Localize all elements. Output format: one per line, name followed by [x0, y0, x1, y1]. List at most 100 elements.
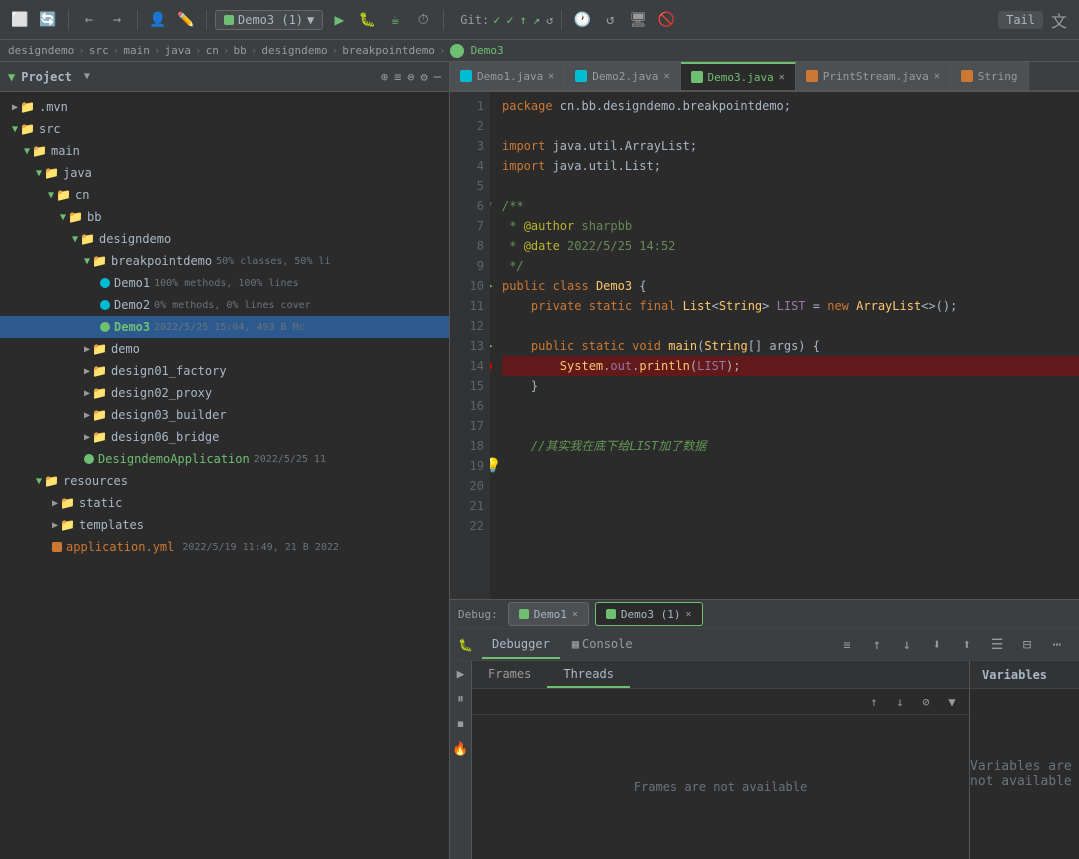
tab-string[interactable]: String: [951, 62, 1029, 90]
bc-demo3[interactable]: Demo3: [471, 44, 504, 57]
debug-session-demo1-close[interactable]: ✕: [572, 609, 578, 620]
folder-icon-bb: 📁: [68, 210, 83, 224]
toolbar-clock-icon[interactable]: 🕐: [570, 8, 594, 32]
dbg-tab-debugger[interactable]: Debugger: [482, 631, 560, 659]
toolbar-screen-btn[interactable]: 🖥: [626, 8, 650, 32]
ln-10: 10: [450, 276, 484, 296]
code-line-15: }: [502, 376, 1079, 396]
code-line-9: */: [502, 256, 1079, 276]
debug-session-demo1[interactable]: Demo1 ✕: [508, 602, 589, 626]
toolbar-run-btn[interactable]: ▶: [327, 8, 351, 32]
tree-item-bb[interactable]: ▼ 📁 bb: [0, 206, 449, 228]
ft-tab-frames[interactable]: Frames: [472, 661, 547, 688]
tree-arrow-bb: ▼: [60, 212, 66, 223]
bc-src[interactable]: src: [89, 44, 109, 57]
git-push-icon[interactable]: ↑: [520, 13, 527, 27]
tail-label[interactable]: Tail: [998, 11, 1043, 29]
lds-resume-icon[interactable]: ▶: [457, 667, 465, 682]
bc-designdemo[interactable]: designdemo: [8, 44, 74, 57]
dbg-btn-run-to-cursor[interactable]: ☰: [983, 631, 1011, 659]
toolbar-debug-btn[interactable]: 🐛: [355, 8, 379, 32]
tab-demo3[interactable]: Demo3.java ✕: [681, 62, 796, 90]
tree-item-breakpointdemo[interactable]: ▼ 📁 breakpointdemo 50% classes, 50% li: [0, 250, 449, 272]
bc-main[interactable]: main: [123, 44, 150, 57]
dbg-btn-more[interactable]: ⋯: [1043, 631, 1071, 659]
toolbar-layout-btn[interactable]: ⬜: [8, 8, 32, 32]
ft-btn-down[interactable]: ↓: [889, 691, 911, 713]
git-refresh-icon[interactable]: ↺: [546, 13, 553, 27]
run-config-dropdown[interactable]: Demo3 (1) ▼: [215, 10, 323, 30]
ft-tab-frames-label: Frames: [488, 667, 531, 681]
tree-item-design02[interactable]: ▶ 📁 design02_proxy: [0, 382, 449, 404]
tree-item-resources[interactable]: ▼ 📁 resources: [0, 470, 449, 492]
bc-java[interactable]: java: [164, 44, 191, 57]
proj-collapse-icon[interactable]: ≡: [394, 70, 401, 84]
lds-pause-icon[interactable]: ⏸: [457, 692, 464, 707]
debug-bug-icon[interactable]: 🐛: [458, 638, 476, 652]
proj-gear-icon[interactable]: ⚙: [421, 70, 428, 84]
tree-item-demo1[interactable]: Demo1 100% methods, 100% lines: [0, 272, 449, 294]
dbg-btn-step-down[interactable]: ↓: [893, 631, 921, 659]
bc-designdemo2[interactable]: designdemo: [261, 44, 327, 57]
dbg-btn-step-up[interactable]: ↑: [863, 631, 891, 659]
tab-demo1[interactable]: Demo1.java ✕: [450, 62, 565, 90]
git-fetch-icon[interactable]: ✓: [493, 13, 500, 27]
tab-close-demo1[interactable]: ✕: [548, 71, 554, 82]
ft-tab-threads[interactable]: Threads: [547, 661, 630, 688]
tree-item-design03[interactable]: ▶ 📁 design03_builder: [0, 404, 449, 426]
dbg-btn-step-into[interactable]: ⬇: [923, 631, 951, 659]
toolbar-pencil-btn[interactable]: ✏️: [174, 8, 198, 32]
tab-close-printstream[interactable]: ✕: [934, 71, 940, 82]
git-commit-icon[interactable]: ✓: [506, 13, 513, 27]
tree-item-design01[interactable]: ▶ 📁 design01_factory: [0, 360, 449, 382]
toolbar-user-btn[interactable]: 👤: [146, 8, 170, 32]
tree-item-cn[interactable]: ▼ 📁 cn: [0, 184, 449, 206]
toolbar-stop-btn[interactable]: 🚫: [654, 8, 678, 32]
lds-restart-icon[interactable]: 🔥: [452, 742, 468, 757]
tree-item-main[interactable]: ▼ 📁 main: [0, 140, 449, 162]
folder-icon-static: 📁: [60, 496, 75, 510]
tab-demo2[interactable]: Demo2.java ✕: [565, 62, 680, 90]
tree-item-designdemoapp[interactable]: DesigndemoApplication 2022/5/25 11: [0, 448, 449, 470]
toolbar-refresh-btn[interactable]: 🔄: [36, 8, 60, 32]
proj-minimize-icon[interactable]: ─: [434, 70, 441, 84]
tab-printstream[interactable]: PrintStream.java ✕: [796, 62, 951, 90]
code-content[interactable]: package cn.bb.designdemo.breakpointdemo;…: [490, 92, 1079, 599]
dbg-tab-console[interactable]: ▦ Console: [562, 631, 643, 659]
tree-item-static[interactable]: ▶ 📁 static: [0, 492, 449, 514]
toolbar-undo-btn[interactable]: ↺: [598, 8, 622, 32]
tree-label-demo: demo: [111, 342, 140, 356]
git-pull-icon[interactable]: ↗: [533, 13, 540, 27]
tree-item-demo3[interactable]: Demo3 2022/5/25 15:04, 493 B Mc: [0, 316, 449, 338]
tree-item-java[interactable]: ▼ 📁 java: [0, 162, 449, 184]
tree-item-src[interactable]: ▼ 📁 src: [0, 118, 449, 140]
tree-item-appyml[interactable]: application.yml 2022/5/19 11:49, 21 B 20…: [0, 536, 449, 558]
toolbar-profile-btn[interactable]: ⏱: [411, 8, 435, 32]
tree-item-demo[interactable]: ▶ 📁 demo: [0, 338, 449, 360]
proj-scroll-icon[interactable]: ⊜: [407, 70, 414, 84]
debug-session-demo3-close[interactable]: ✕: [686, 609, 692, 620]
debug-session-demo3[interactable]: Demo3 (1) ✕: [595, 602, 703, 626]
tab-close-demo3[interactable]: ✕: [779, 72, 785, 83]
tree-item-mvn[interactable]: ▶ 📁 .mvn: [0, 96, 449, 118]
ft-btn-up[interactable]: ↑: [863, 691, 885, 713]
toolbar-forward-btn[interactable]: →: [105, 8, 129, 32]
proj-add-icon[interactable]: ⊕: [381, 70, 388, 84]
tab-close-demo2[interactable]: ✕: [664, 71, 670, 82]
dbg-btn-evaluate[interactable]: ⊟: [1013, 631, 1041, 659]
ft-btn-options[interactable]: ▼: [941, 691, 963, 713]
toolbar-translate-btn[interactable]: 文: [1047, 8, 1071, 32]
tree-item-design06[interactable]: ▶ 📁 design06_bridge: [0, 426, 449, 448]
toolbar-back-btn[interactable]: ←: [77, 8, 101, 32]
ft-btn-filter[interactable]: ⊘: [915, 691, 937, 713]
tree-item-templates[interactable]: ▶ 📁 templates: [0, 514, 449, 536]
bc-breakpointdemo[interactable]: breakpointdemo: [342, 44, 435, 57]
dbg-btn-layout[interactable]: ≡: [833, 631, 861, 659]
toolbar-coverage-btn[interactable]: ☕: [383, 8, 407, 32]
tree-item-demo2[interactable]: Demo2 0% methods, 0% lines cover: [0, 294, 449, 316]
bc-cn[interactable]: cn: [206, 44, 219, 57]
dbg-btn-step-out[interactable]: ⬆: [953, 631, 981, 659]
lds-stop-icon[interactable]: ⏹: [457, 717, 464, 732]
tree-item-designdemo[interactable]: ▼ 📁 designdemo: [0, 228, 449, 250]
bc-bb[interactable]: bb: [233, 44, 246, 57]
